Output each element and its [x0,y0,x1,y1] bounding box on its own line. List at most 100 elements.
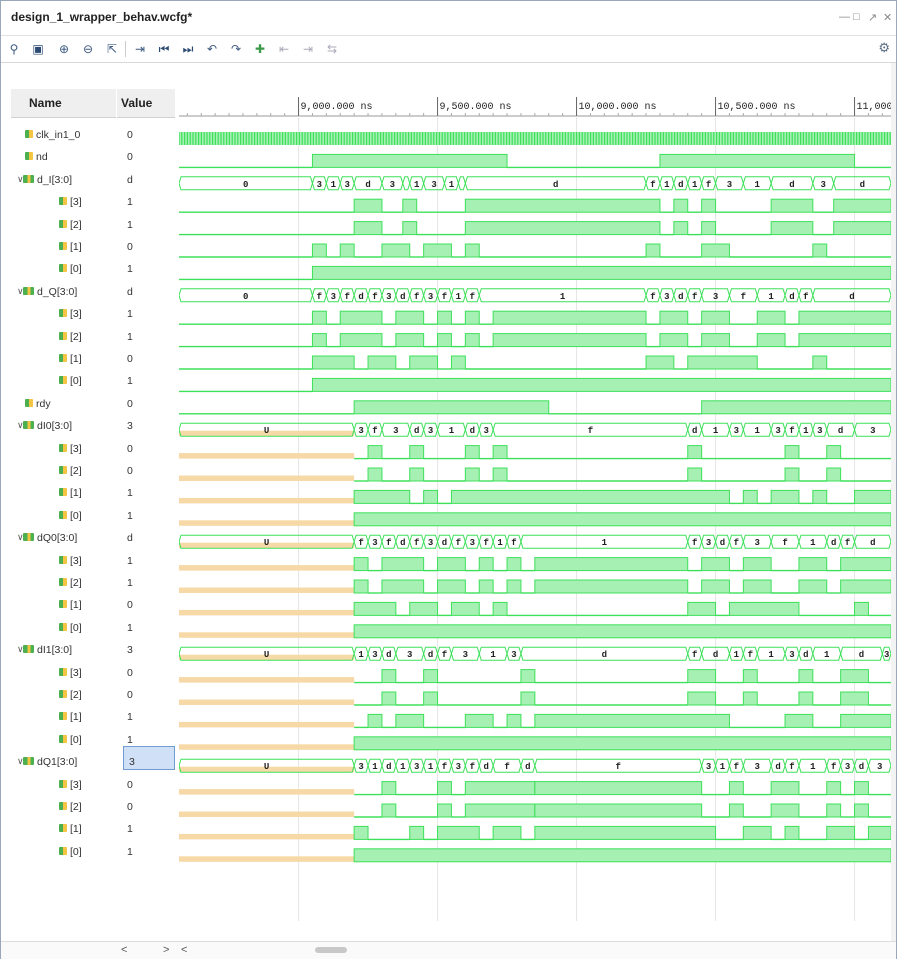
go-to-cursor-icon[interactable]: ⇥ [131,40,149,58]
gear-icon[interactable]: ⚙ [878,40,890,56]
signal-bit-row[interactable]: [2] 0 [11,685,175,707]
wave-high-segment [367,445,383,460]
signal-bit-row[interactable]: [0] 1 [11,730,175,752]
signal-bit-row[interactable]: [2] 0 [11,797,175,819]
signal-icon [25,130,33,138]
signal-row[interactable]: ∨ d_I[3:0] d [11,170,175,192]
close-icon[interactable]: ✕ [883,11,892,24]
wave-high-segment [701,400,891,415]
signal-bit-row[interactable]: [0] 1 [11,842,175,864]
signal-name-text: dI0[3:0] [37,420,73,433]
signal-value: 0 [127,599,133,612]
wave-high-segment [798,557,828,572]
wave-high-segment [687,691,717,706]
scroll-left-icon[interactable]: < [121,944,127,956]
bus-value-label: f [442,650,447,660]
signal-bit-row[interactable]: [0] 1 [11,259,175,281]
bus-value-label: 3 [821,180,826,190]
name-column-header[interactable]: Name [11,89,116,118]
signal-bit-row[interactable]: [1] 0 [11,237,175,259]
previous-marker-icon[interactable]: ⇤ [275,40,293,58]
signal-value: 0 [127,465,133,477]
bus-signal-icon [23,645,34,654]
wave-high-segment [437,579,466,594]
wave-scroll-left-icon[interactable]: < [181,944,187,956]
scroll-thumb[interactable] [315,947,347,953]
swap-cursors-icon[interactable]: ⇆ [323,40,341,58]
signal-row[interactable]: ∨ dI1[3:0] 3 [11,640,175,662]
signal-bit-row[interactable]: [3] 1 [11,192,175,214]
signal-bit-row[interactable]: [3] 1 [11,304,175,326]
restore-icon[interactable]: □ [853,11,860,23]
scroll-right-icon[interactable]: > [163,944,169,956]
signal-bit-row[interactable]: [1] 1 [11,707,175,729]
signal-name: dI0[3:0] [23,420,72,432]
bus-value-label: f [470,292,475,302]
signal-row[interactable]: clk_in1_0 0 [11,125,175,147]
wave-high-segment [492,310,647,325]
horizontal-scrollbar[interactable]: < > < [1,941,896,959]
signal-bit-row[interactable]: [0] 1 [11,371,175,393]
zoom-fit-icon[interactable]: ⇱ [103,40,121,58]
uninit-region [179,699,355,705]
signal-row[interactable]: ∨ d_Q[3:0] d [11,282,175,304]
wave-high-segment [437,557,466,572]
signal-value: 1 [127,487,133,500]
wave-high-segment [784,467,800,482]
wave-high-segment [687,669,717,684]
signal-icon [59,555,67,564]
bus-value-label: d [365,180,370,190]
signal-row[interactable]: ∨ dI0[3:0] 3 [11,416,175,438]
signal-bit-row[interactable]: [3] 1 [11,551,175,573]
go-to-end-icon[interactable]: ⏭ [179,40,197,58]
bus-value-label: f [511,538,516,548]
signal-bit-row[interactable]: [2] 1 [11,327,175,349]
save-icon[interactable]: ▣ [29,40,47,58]
wave-high-segment [534,803,703,818]
zoom-out-icon[interactable]: ⊖ [79,40,97,58]
wave-high-segment [311,243,327,258]
signal-bit-row[interactable]: [3] 0 [11,439,175,461]
signal-bit-row[interactable]: [1] 1 [11,819,175,841]
wave-high-segment [506,579,522,594]
wave-high-segment [339,333,383,348]
bus-signal-icon [23,421,34,430]
search-icon[interactable]: ⚲ [5,40,23,58]
signal-row[interactable]: ∨ dQ1[3:0] 3 [11,752,175,774]
bus-value-label: f [782,538,787,548]
signal-icon [59,443,67,452]
uninit-region [179,565,355,571]
previous-transition-icon[interactable]: ↶ [203,40,221,58]
signal-name: [2] [59,219,82,231]
signal-bit-row[interactable]: [1] 1 [11,483,175,505]
wave-high-segment [437,803,452,818]
signal-bit-row[interactable]: [2] 1 [11,573,175,595]
next-transition-icon[interactable]: ↷ [227,40,245,58]
zoom-in-icon[interactable]: ⊕ [55,40,73,58]
signal-row[interactable]: nd 0 [11,147,175,169]
signal-value: d [127,532,133,545]
signal-bit-row[interactable]: [2] 1 [11,215,175,237]
signal-bit-row[interactable]: [1] 0 [11,595,175,617]
signal-name-text: [2] [70,330,82,343]
wave-high-segment [833,198,891,213]
signal-bit-row[interactable]: [0] 1 [11,506,175,528]
waveform-area[interactable]: 9,000.000 ns 9,500.000 ns 10,000.000 ns 10,… [179,89,891,921]
vertical-scrollbar[interactable] [891,63,896,943]
wave-high-segment [798,669,814,684]
go-to-start-icon[interactable]: ⏮ [155,40,173,58]
signal-bit-row[interactable]: [3] 0 [11,775,175,797]
signal-bit-row[interactable]: [3] 0 [11,663,175,685]
signal-bit-row[interactable]: [0] 1 [11,618,175,640]
signal-row[interactable]: ∨ dQ0[3:0] d [11,528,175,550]
value-column-header[interactable]: Value [117,89,175,118]
signal-bit-row[interactable]: [2] 0 [11,461,175,483]
float-icon[interactable]: ↗ [868,11,877,24]
add-marker-icon[interactable]: ✚ [251,40,269,58]
wave-high-segment [854,803,869,818]
signal-icon [59,734,67,743]
minimize-icon[interactable]: — [839,11,850,23]
next-marker-icon[interactable]: ⇥ [299,40,317,58]
signal-row[interactable]: rdy 0 [11,394,175,416]
signal-bit-row[interactable]: [1] 0 [11,349,175,371]
